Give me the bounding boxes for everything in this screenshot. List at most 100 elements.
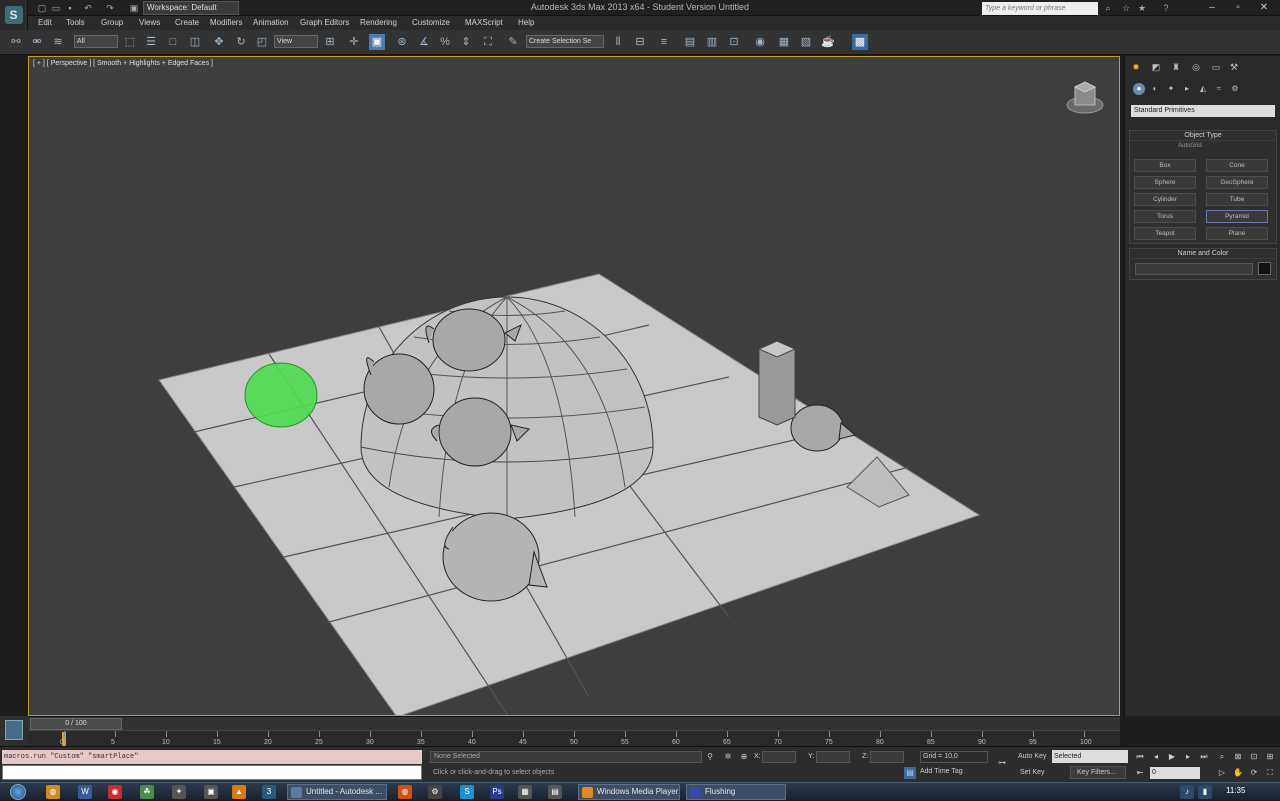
taskbar-clock[interactable]: 11:35 — [1226, 786, 1245, 795]
workspace-dropdown[interactable]: Workspace: Default — [143, 1, 239, 15]
undo-icon[interactable]: ↶ — [82, 2, 94, 14]
menu-edit[interactable]: Edit — [38, 18, 52, 27]
field-of-view-icon[interactable]: ▷ — [1216, 767, 1228, 779]
align-icon[interactable]: ⊟ — [632, 34, 648, 50]
link-icon[interactable]: ⚯ — [8, 34, 24, 50]
menu-graph-editors[interactable]: Graph Editors — [300, 18, 349, 27]
cylinder-button[interactable]: Cylinder — [1134, 193, 1196, 206]
zoom-extents-icon[interactable]: ⊡ — [1248, 751, 1260, 763]
network-tray-icon[interactable]: ▮ — [1198, 785, 1212, 799]
time-slider-handle[interactable]: 0 / 100 — [30, 718, 122, 730]
maximize-viewport-icon[interactable]: ⛶ — [1264, 767, 1276, 779]
viewcube-icon[interactable] — [1065, 79, 1105, 119]
space-warps-icon[interactable]: ≈ — [1213, 83, 1225, 95]
viewport-label[interactable]: [ + ] [ Perspective ] [ Smooth + Highlig… — [33, 60, 213, 67]
key-set-dropdown[interactable]: Selected — [1052, 750, 1128, 763]
menu-tools[interactable]: Tools — [66, 18, 85, 27]
menu-customize[interactable]: Customize — [412, 18, 450, 27]
misc-icon[interactable]: ▤ — [548, 785, 562, 799]
x-coordinate-field[interactable] — [762, 751, 796, 763]
named-selection-icon[interactable]: ✎ — [505, 34, 521, 50]
select-by-name-icon[interactable]: ☰ — [143, 34, 159, 50]
menu-maxscript[interactable]: MAXScript — [465, 18, 503, 27]
rectangular-region-icon[interactable]: □ — [165, 34, 181, 50]
chrome-icon[interactable]: ◉ — [108, 785, 122, 799]
new-file-icon[interactable]: ▢ — [36, 2, 48, 14]
key-filters-button[interactable]: Key Filters... — [1070, 766, 1126, 779]
app-icon-2[interactable]: ▣ — [204, 785, 218, 799]
current-frame-field[interactable]: 0 — [1150, 767, 1200, 779]
window-crossing-icon[interactable]: ◫ — [187, 34, 203, 50]
set-key-big-icon[interactable]: ⊶ — [996, 757, 1008, 769]
pyramid-button[interactable]: Pyramid — [1206, 210, 1268, 223]
named-selection-sets-dropdown[interactable]: Create Selection Se — [526, 35, 604, 48]
zoom-icon[interactable]: ⌕ — [1216, 751, 1228, 763]
graphite-ribbon-icon[interactable]: ▤ — [682, 34, 698, 50]
perspective-viewport[interactable]: [ + ] [ Perspective ] [ Smooth + Highlig… — [28, 56, 1120, 716]
firefox-icon[interactable]: ◍ — [46, 785, 60, 799]
play-icon[interactable]: ▶ — [1166, 751, 1178, 763]
reference-coordinate-dropdown[interactable]: View — [274, 35, 318, 48]
curve-editor-icon[interactable]: ▥ — [704, 34, 720, 50]
communication-center-icon[interactable]: ☆ — [1120, 2, 1132, 14]
mini-curve-editor-toggle[interactable] — [0, 716, 28, 746]
next-frame-icon[interactable]: ▸ — [1182, 751, 1194, 763]
geometry-icon[interactable]: ● — [1133, 83, 1145, 95]
cameras-icon[interactable]: ▸ — [1181, 83, 1193, 95]
select-manipulate-icon[interactable]: ✛ — [346, 34, 362, 50]
unlink-icon[interactable]: ⚮ — [29, 34, 45, 50]
go-to-start-icon[interactable]: ⏮ — [1134, 751, 1146, 763]
render-production-icon[interactable]: ☕ — [820, 34, 836, 50]
maxscript-listener-input[interactable] — [2, 765, 422, 780]
schematic-view-icon[interactable]: ⊡ — [726, 34, 742, 50]
object-name-input[interactable] — [1135, 263, 1253, 275]
scale-icon[interactable]: ◰ — [254, 34, 270, 50]
utility-icon[interactable]: ⚙ — [428, 785, 442, 799]
torus-button[interactable]: Torus — [1134, 210, 1196, 223]
material-editor-icon[interactable]: ◉ — [752, 34, 768, 50]
ribbon-toggle-icon[interactable]: ▩ — [852, 34, 868, 50]
name-color-title[interactable]: Name and Color — [1130, 249, 1276, 259]
motion-tab-icon[interactable]: ◎ — [1189, 60, 1203, 74]
minimize-button[interactable]: – — [1200, 0, 1224, 16]
mirror-icon[interactable]: ⫴ — [610, 34, 626, 50]
search-input[interactable]: Type a keyword or phrase — [982, 2, 1098, 15]
percent-snap-icon[interactable]: % — [437, 34, 453, 50]
track-bar[interactable]: 0 5 10 15 20 25 30 35 40 45 50 55 60 65 70 75 80 85 90 95 10… — [28, 730, 1120, 746]
maximize-button[interactable]: ▫ — [1226, 0, 1250, 16]
project-folder-icon[interactable]: ▣ — [128, 2, 140, 14]
menu-help[interactable]: Help — [518, 18, 534, 27]
menu-views[interactable]: Views — [139, 18, 160, 27]
modify-tab-icon[interactable]: ◩ — [1149, 60, 1163, 74]
edit-named-selection-icon[interactable]: ⛶ — [480, 34, 496, 50]
helpers-icon[interactable]: ◭ — [1197, 83, 1209, 95]
snaps-toggle-icon[interactable]: ⊛ — [394, 34, 410, 50]
keyboard-shortcut-override-icon[interactable]: ▣ — [369, 34, 385, 50]
start-button[interactable] — [4, 783, 32, 801]
app-logo[interactable]: S — [0, 0, 28, 30]
lock-selection-icon[interactable]: ⚲ — [704, 751, 716, 763]
time-slider[interactable]: 0 / 100 — [28, 716, 1120, 730]
favorites-icon[interactable]: ★ — [1136, 2, 1148, 14]
bind-space-warp-icon[interactable]: ≋ — [50, 34, 66, 50]
menu-group[interactable]: Group — [101, 18, 123, 27]
plane-button[interactable]: Plane — [1206, 227, 1268, 240]
previous-frame-icon[interactable]: ◂ — [1150, 751, 1162, 763]
utilities-tab-icon[interactable]: ⚒ — [1227, 60, 1241, 74]
time-tag-icon[interactable]: ▤ — [904, 767, 916, 779]
tube-button[interactable]: Tube — [1206, 193, 1268, 206]
zoom-extents-all-icon[interactable]: ⊞ — [1264, 751, 1276, 763]
3dsmax-taskbar-icon[interactable]: 3 — [262, 785, 276, 799]
teapot-button[interactable]: Teapot — [1134, 227, 1196, 240]
sphere-button[interactable]: Sphere — [1134, 176, 1196, 189]
auto-key-button[interactable]: Auto Key — [1018, 753, 1046, 760]
maxscript-listener-output[interactable]: macros.run "Custom" "smartPlace" — [2, 750, 422, 764]
menu-modifiers[interactable]: Modifiers — [210, 18, 242, 27]
isolate-icon[interactable]: ✲ — [722, 751, 734, 763]
save-icon[interactable]: ▪ — [64, 2, 76, 14]
volume-icon[interactable]: ♪ — [1180, 785, 1194, 799]
search-icon[interactable]: ⌕ — [1102, 2, 1114, 14]
box-button[interactable]: Box — [1134, 159, 1196, 172]
geosphere-button[interactable]: GeoSphere — [1206, 176, 1268, 189]
network-icon[interactable]: ☘ — [140, 785, 154, 799]
